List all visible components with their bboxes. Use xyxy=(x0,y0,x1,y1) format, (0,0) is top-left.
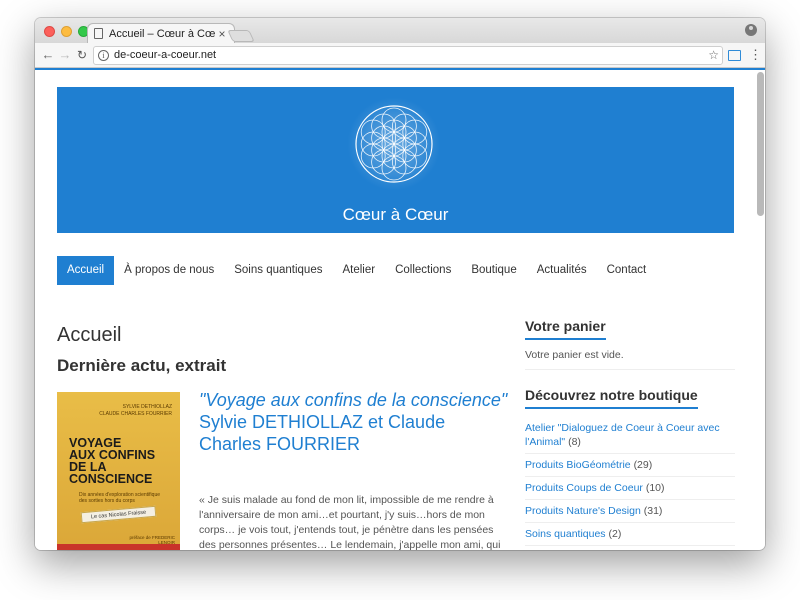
category-count: (31) xyxy=(643,505,663,517)
book-band xyxy=(57,544,180,550)
category-count: (8) xyxy=(568,436,581,448)
nav-item-atelier[interactable]: Atelier xyxy=(332,256,385,285)
category-count: (2) xyxy=(608,528,622,540)
nav-item-actualites[interactable]: Actualités xyxy=(527,256,597,285)
nav-item-soins-quantiques[interactable]: Soins quantiques xyxy=(224,256,332,285)
nav-item-collections[interactable]: Collections xyxy=(385,256,461,285)
category-link[interactable]: Produits BioGéométrie xyxy=(525,459,631,471)
cart-empty-text: Votre panier est vide. xyxy=(525,349,735,370)
book-subtitle: Dix années d'exploration scientifique de… xyxy=(79,492,161,504)
list-item: Soins quantiques (2) xyxy=(525,523,735,546)
article-title-link[interactable]: "Voyage aux confins de la conscience" Sy… xyxy=(199,389,509,455)
book-author-1: SYLVIE DETHIOLLAZ xyxy=(122,404,172,410)
site-banner[interactable]: Cœur à Cœur xyxy=(57,87,734,233)
page-title: Accueil xyxy=(57,324,122,346)
book-title-line: DE LA CONSCIENCE xyxy=(69,460,153,486)
nav-item-accueil[interactable]: Accueil xyxy=(57,256,115,285)
book-label: Le cas Nicolas Fraisse xyxy=(80,505,157,524)
flower-of-life-logo xyxy=(347,97,441,191)
category-list: Atelier "Dialoguez de Coeur à Coeur avec… xyxy=(525,417,735,546)
article-authors[interactable]: Sylvie DETHIOLLAZ et Claude Charles FOUR… xyxy=(199,411,509,455)
nav-item-contact[interactable]: Contact xyxy=(597,256,657,285)
window-controls xyxy=(44,26,89,37)
browser-toolbar: ← → ↻ i de-coeur-a-coeur.net ☆ ⋮ xyxy=(35,43,765,68)
new-tab-button[interactable] xyxy=(227,30,255,42)
list-item: Produits BioGéométrie (29) xyxy=(525,454,735,477)
title-bar: Accueil – Cœur à Cœur × xyxy=(35,18,765,43)
arrow-left-icon[interactable]: ← xyxy=(40,47,56,63)
category-link[interactable]: Produits Coups de Coeur xyxy=(525,482,643,494)
book-title: VOYAGE AUX CONFINS DE LA CONSCIENCE xyxy=(69,437,174,486)
shop-widget: Découvrez notre boutique Atelier "Dialog… xyxy=(525,387,735,546)
star-icon[interactable]: ☆ xyxy=(708,47,719,64)
close-window-button[interactable] xyxy=(44,26,55,37)
article-quote-title[interactable]: "Voyage aux confins de la conscience" xyxy=(199,389,509,411)
nav-item-a-propos[interactable]: À propos de nous xyxy=(114,256,224,285)
article-excerpt: « Je suis malade au fond de mon lit, imp… xyxy=(199,494,501,550)
info-icon[interactable]: i xyxy=(98,50,109,61)
browser-window: Accueil – Cœur à Cœur × ← → ↻ i de-coeur… xyxy=(35,18,765,550)
arrow-right-icon[interactable]: → xyxy=(57,47,73,63)
url-text: de-coeur-a-coeur.net xyxy=(114,49,217,61)
page-content: Cœur à Cœur Accueil À propos de nous Soi… xyxy=(35,70,765,550)
minimize-window-button[interactable] xyxy=(61,26,72,37)
section-title: Dernière actu, extrait xyxy=(57,356,227,375)
reload-icon[interactable]: ↻ xyxy=(74,47,90,63)
tab-title: Accueil – Cœur à Cœur xyxy=(109,27,216,40)
main-navigation: Accueil À propos de nous Soins quantique… xyxy=(57,256,656,285)
cast-icon[interactable] xyxy=(728,50,741,61)
book-authors: SYLVIE DETHIOLLAZ CLAUDE CHARLES FOURRIE… xyxy=(99,404,172,418)
list-item: Atelier "Dialoguez de Coeur à Coeur avec… xyxy=(525,417,735,454)
tab-close-icon[interactable]: × xyxy=(216,27,228,41)
browser-tab[interactable]: Accueil – Cœur à Cœur × xyxy=(87,23,235,43)
cart-heading: Votre panier xyxy=(525,318,606,340)
more-vertical-icon[interactable]: ⋮ xyxy=(749,46,762,63)
list-item: Produits Nature's Design (31) xyxy=(525,500,735,523)
shop-heading: Découvrez notre boutique xyxy=(525,387,698,409)
sidebar: Votre panier Votre panier est vide. Déco… xyxy=(525,318,735,546)
category-link[interactable]: Atelier "Dialoguez de Coeur à Coeur avec… xyxy=(525,422,720,448)
book-author-2: CLAUDE CHARLES FOURRIER xyxy=(99,411,172,417)
flower-of-life-icon xyxy=(355,105,433,183)
nav-item-boutique[interactable]: Boutique xyxy=(461,256,526,285)
scrollbar[interactable] xyxy=(757,72,764,216)
document-icon xyxy=(94,28,103,39)
site-title[interactable]: Cœur à Cœur xyxy=(57,205,734,225)
profile-icon[interactable] xyxy=(745,24,757,36)
address-bar[interactable]: i de-coeur-a-coeur.net ☆ xyxy=(93,46,723,65)
category-link[interactable]: Soins quantiques xyxy=(525,528,606,540)
book-cover-image[interactable]: SYLVIE DETHIOLLAZ CLAUDE CHARLES FOURRIE… xyxy=(57,392,180,550)
category-link[interactable]: Produits Nature's Design xyxy=(525,505,641,517)
category-count: (29) xyxy=(633,459,653,471)
list-item: Produits Coups de Coeur (10) xyxy=(525,477,735,500)
category-count: (10) xyxy=(645,482,665,494)
